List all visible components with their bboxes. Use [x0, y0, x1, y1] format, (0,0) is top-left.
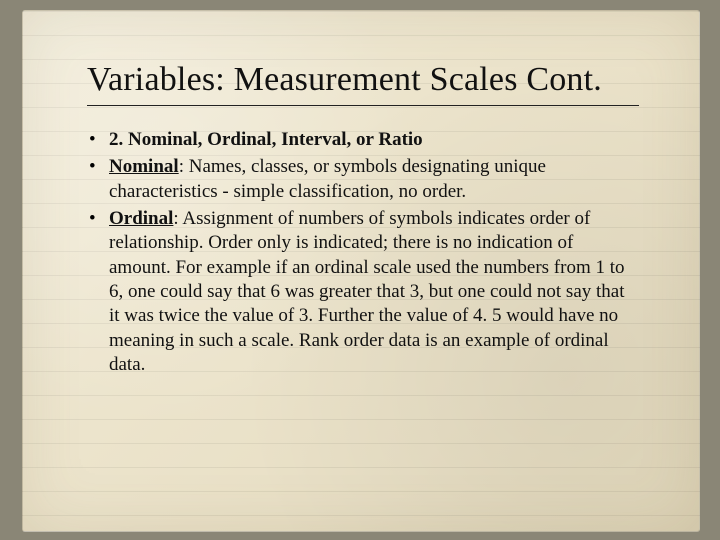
term-definition: : Assignment of numbers of symbols indic… — [109, 208, 625, 375]
slide-title: Variables: Measurement Scales Cont. — [87, 61, 639, 99]
title-divider — [87, 105, 639, 106]
list-item: 2. Nominal, Ordinal, Interval, or Ratio — [87, 128, 639, 152]
term-label: Nominal — [109, 156, 179, 177]
list-item: Ordinal: Assignment of numbers of symbol… — [87, 207, 639, 377]
bullet-list: 2. Nominal, Ordinal, Interval, or Ratio … — [87, 128, 639, 377]
slide-content: Variables: Measurement Scales Cont. 2. N… — [23, 11, 699, 377]
paper-background: Variables: Measurement Scales Cont. 2. N… — [22, 10, 700, 532]
list-item: Nominal: Names, classes, or symbols desi… — [87, 155, 639, 204]
term-label: Ordinal — [109, 208, 173, 229]
bullet-heading: 2. Nominal, Ordinal, Interval, or Ratio — [109, 129, 423, 150]
